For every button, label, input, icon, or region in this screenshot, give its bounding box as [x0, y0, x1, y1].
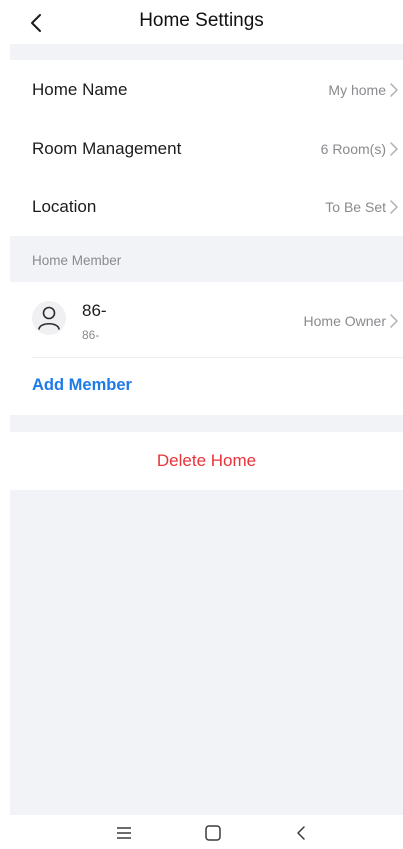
chevron-right-icon: [390, 83, 398, 97]
home-member-section-header: Home Member: [10, 236, 403, 282]
add-member-button[interactable]: Add Member: [10, 358, 403, 415]
user-icon: [38, 306, 60, 330]
delete-home-label: Delete Home: [156, 451, 257, 470]
delete-home-button[interactable]: Delete Home: [10, 432, 403, 490]
add-member-label: Add Member: [32, 376, 132, 394]
section-title: Home Member: [32, 253, 122, 268]
location-label: Location: [32, 197, 97, 216]
chevron-right-icon: [390, 142, 398, 156]
member-row[interactable]: 86- 86- Home Owner: [10, 282, 403, 357]
nav-home-button[interactable]: [201, 821, 225, 845]
empty-area: [10, 490, 403, 815]
chevron-right-icon: [390, 314, 398, 328]
avatar: [32, 301, 66, 335]
room-management-row[interactable]: Room Management 6 Room(s): [10, 120, 403, 178]
member-name: 86-: [82, 301, 107, 320]
square-home-icon: [205, 825, 221, 841]
page-title: Home Settings: [139, 10, 264, 31]
home-name-value: My home: [328, 82, 386, 98]
room-management-value: 6 Room(s): [320, 141, 386, 157]
nav-menu-button[interactable]: [112, 821, 136, 845]
section-spacer: [10, 415, 403, 432]
member-role: Home Owner: [303, 313, 386, 329]
member-phone: 86-: [82, 328, 100, 342]
chevron-right-icon: [390, 200, 398, 214]
app-header: Home Settings: [0, 0, 403, 44]
location-row[interactable]: Location To Be Set: [10, 178, 403, 236]
chevron-left-icon: [297, 826, 305, 840]
location-value: To Be Set: [325, 199, 386, 215]
system-nav-bar: [0, 815, 403, 849]
section-spacer: [10, 44, 403, 60]
home-name-label: Home Name: [32, 80, 128, 99]
room-management-label: Room Management: [32, 139, 182, 158]
menu-icon: [117, 827, 131, 839]
home-name-row[interactable]: Home Name My home: [10, 61, 403, 119]
nav-back-button[interactable]: [289, 821, 313, 845]
